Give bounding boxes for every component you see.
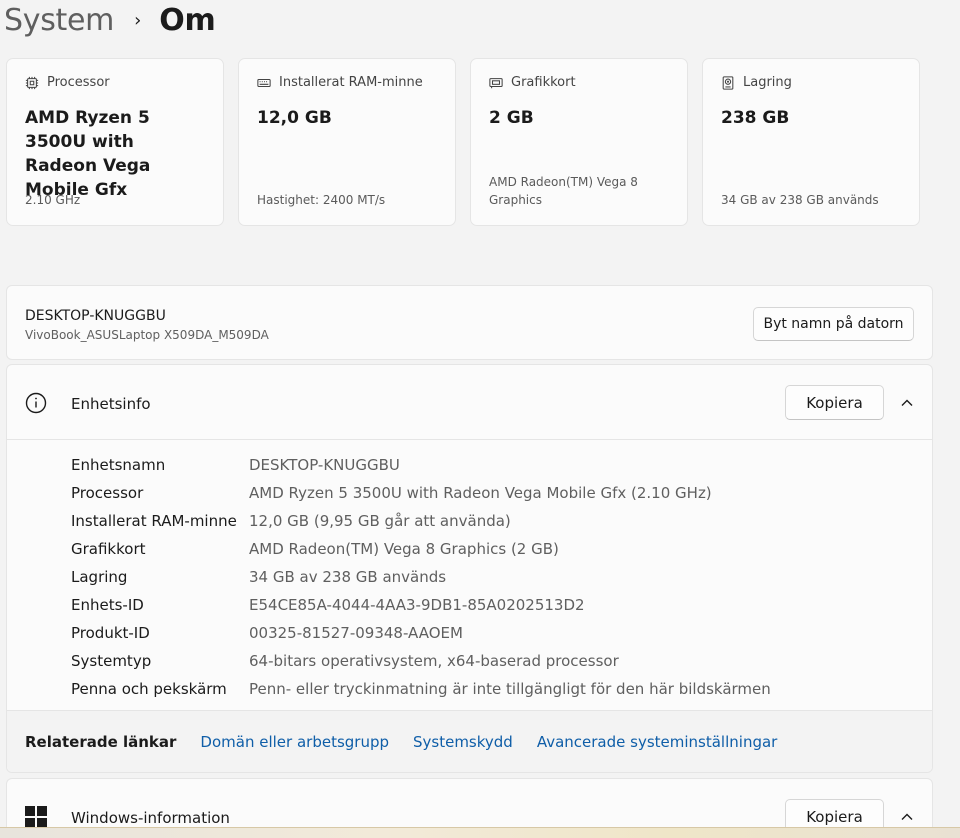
page-title: Om bbox=[159, 2, 216, 38]
pc-model: VivoBook_ASUSLaptop X509DA_M509DA bbox=[25, 328, 269, 342]
storage-icon bbox=[722, 75, 734, 90]
spec-row: Lagring 34 GB av 238 GB används bbox=[71, 563, 771, 591]
link-advanced-system-settings[interactable]: Avancerade systeminställningar bbox=[537, 733, 778, 751]
spec-value: 34 GB av 238 GB används bbox=[249, 568, 447, 586]
spec-label: Produkt-ID bbox=[71, 624, 150, 642]
device-info-title: Enhetsinfo bbox=[71, 395, 151, 413]
copy-device-info-button[interactable]: Kopiera bbox=[785, 385, 884, 420]
rename-pc-button[interactable]: Byt namn på datorn bbox=[753, 307, 914, 341]
spec-value: AMD Ryzen 5 3500U with Radeon Vega Mobil… bbox=[249, 484, 712, 502]
device-info-header[interactable]: Enhetsinfo Kopiera bbox=[7, 365, 932, 440]
pc-name-panel: DESKTOP-KNUGGBU VivoBook_ASUSLaptop X509… bbox=[6, 285, 933, 360]
processor-icon bbox=[25, 76, 39, 89]
spec-label: Installerat RAM-minne bbox=[71, 512, 237, 530]
chevron-up-icon[interactable] bbox=[900, 396, 914, 410]
spec-label: Enhetsnamn bbox=[71, 456, 166, 474]
chevron-up-icon[interactable] bbox=[900, 810, 914, 824]
spec-label: Enhets-ID bbox=[71, 596, 144, 614]
spec-row: Systemtyp 64-bitars operativsystem, x64-… bbox=[71, 647, 771, 675]
spec-label: Lagring bbox=[71, 568, 128, 586]
card-subtext: Hastighet: 2400 MT/s bbox=[257, 193, 386, 207]
related-links-label: Relaterade länkar bbox=[25, 732, 177, 751]
spec-value: 64-bitars operativsystem, x64-baserad pr… bbox=[249, 652, 619, 670]
spec-label: Grafikkort bbox=[71, 540, 146, 558]
link-system-protection[interactable]: Systemskydd bbox=[413, 733, 513, 751]
storage-card: Lagring 238 GB 34 GB av 238 GB används bbox=[702, 58, 920, 226]
processor-card: Processor AMD Ryzen 5 3500U with Radeon … bbox=[6, 58, 224, 226]
spec-row: Processor AMD Ryzen 5 3500U with Radeon … bbox=[71, 479, 771, 507]
spec-label: Processor bbox=[71, 484, 144, 502]
spec-value: DESKTOP-KNUGGBU bbox=[249, 456, 400, 474]
spec-row: Installerat RAM-minne 12,0 GB (9,95 GB g… bbox=[71, 507, 771, 535]
spec-value: AMD Radeon(TM) Vega 8 Graphics (2 GB) bbox=[249, 540, 559, 558]
spec-row: Enhetsnamn DESKTOP-KNUGGBU bbox=[71, 451, 771, 479]
card-subtext: AMD Radeon(TM) Vega 8 Graphics bbox=[489, 175, 638, 207]
taskbar-edge bbox=[0, 827, 960, 838]
spec-value: 00325-81527-09348-AAOEM bbox=[249, 624, 463, 642]
spec-row: Penna och pekskärm Penn- eller tryckinma… bbox=[71, 675, 771, 703]
spec-label: Penna och pekskärm bbox=[71, 680, 227, 698]
card-label: Lagring bbox=[743, 75, 792, 90]
spec-value: 12,0 GB (9,95 GB går att använda) bbox=[249, 512, 511, 530]
device-info-panel: Enhetsinfo Kopiera Enhetsnamn DESKTOP-KN… bbox=[6, 364, 933, 773]
card-value: 238 GB bbox=[721, 108, 790, 128]
graphics-card: Grafikkort 2 GB AMD Radeon(TM) Vega 8 Gr… bbox=[470, 58, 688, 226]
ram-card: Installerat RAM-minne 12,0 GB Hastighet:… bbox=[238, 58, 456, 226]
spec-value: Penn- eller tryckinmatning är inte tillg… bbox=[249, 680, 771, 698]
card-subtext: 2.10 GHz bbox=[25, 193, 81, 207]
related-links-bar: Relaterade länkar Domän eller arbetsgrup… bbox=[7, 710, 932, 772]
ram-icon bbox=[257, 78, 271, 87]
windows-info-title: Windows-information bbox=[71, 809, 230, 827]
device-specs-list: Enhetsnamn DESKTOP-KNUGGBU Processor AMD… bbox=[71, 451, 771, 703]
spec-row: Produkt-ID 00325-81527-09348-AAOEM bbox=[71, 619, 771, 647]
breadcrumb: System › Om bbox=[4, 0, 216, 40]
spec-row: Enhets-ID E54CE85A-4044-4AA3-9DB1-85A020… bbox=[71, 591, 771, 619]
windows-logo-icon bbox=[25, 806, 47, 828]
pc-name: DESKTOP-KNUGGBU bbox=[25, 308, 166, 324]
card-subtext: 34 GB av 238 GB används bbox=[721, 193, 879, 207]
card-label: Processor bbox=[47, 75, 110, 90]
breadcrumb-parent-system[interactable]: System bbox=[4, 3, 114, 38]
card-value: 2 GB bbox=[489, 108, 534, 128]
link-domain-workgroup[interactable]: Domän eller arbetsgrupp bbox=[200, 733, 389, 751]
card-value: AMD Ryzen 5 3500U with Radeon Vega Mobil… bbox=[25, 108, 151, 200]
spec-label: Systemtyp bbox=[71, 652, 152, 670]
card-label: Installerat RAM-minne bbox=[279, 75, 423, 90]
spec-cards: Processor AMD Ryzen 5 3500U with Radeon … bbox=[6, 58, 920, 226]
card-value: 12,0 GB bbox=[257, 108, 332, 128]
chevron-right-icon: › bbox=[134, 9, 142, 31]
card-label: Grafikkort bbox=[511, 75, 576, 90]
spec-row: Grafikkort AMD Radeon(TM) Vega 8 Graphic… bbox=[71, 535, 771, 563]
info-icon bbox=[25, 392, 47, 414]
spec-value: E54CE85A-4044-4AA3-9DB1-85A0202513D2 bbox=[249, 596, 585, 614]
graphics-card-icon bbox=[489, 77, 503, 88]
